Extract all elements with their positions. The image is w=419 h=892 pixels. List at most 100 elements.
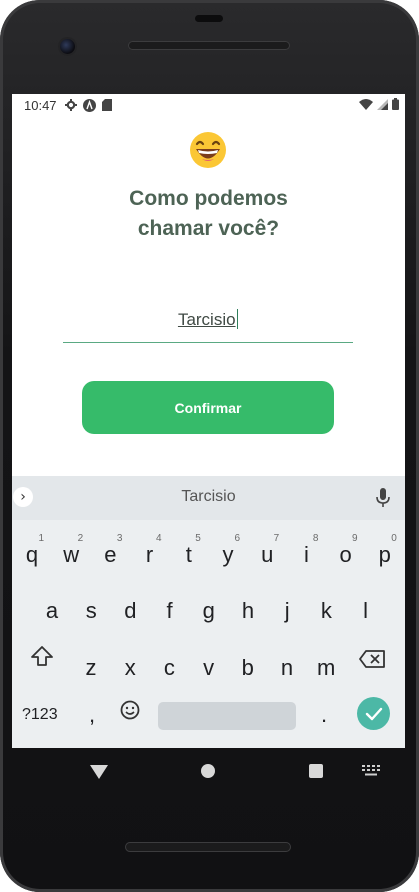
key-n[interactable]: n: [275, 655, 299, 681]
backspace-icon[interactable]: [359, 650, 385, 668]
key-label: c: [163, 655, 175, 680]
battery-icon: [392, 98, 399, 110]
sd-card-icon: [101, 99, 112, 111]
key-label: h: [241, 598, 255, 623]
key-label: u: [261, 542, 274, 567]
key-label: f: [166, 598, 173, 623]
key-x[interactable]: x: [118, 655, 142, 681]
key-b[interactable]: b: [236, 655, 260, 681]
key-label: k: [320, 598, 332, 623]
keyboard-switch-icon[interactable]: [362, 765, 380, 776]
key-j[interactable]: j: [275, 598, 299, 624]
key-number-hint: 2: [77, 533, 84, 544]
status-time: 10:47: [24, 97, 57, 113]
a-circle-icon: [82, 98, 96, 112]
key-label: e: [104, 542, 117, 567]
enter-key[interactable]: [357, 697, 390, 730]
name-input-text: Tarcisio: [177, 310, 236, 329]
confirm-button-label: Confirmar: [174, 399, 242, 416]
key-number-hint: 1: [38, 533, 44, 544]
earpiece-speaker: [128, 41, 290, 50]
text-caret: [236, 309, 239, 329]
grinning-face-icon: [190, 132, 226, 168]
key-number-hint: 6: [234, 533, 240, 544]
bottom-speaker: [125, 842, 291, 852]
settings-icon: [64, 99, 77, 111]
key-label: n: [280, 655, 294, 680]
key-label: z: [85, 655, 97, 680]
key-d[interactable]: d: [118, 598, 142, 624]
key-number-hint: 0: [391, 533, 397, 544]
key-label: x: [124, 655, 136, 680]
key-s[interactable]: s: [79, 598, 103, 624]
key-y[interactable]: y6: [216, 533, 241, 568]
name-input-value: Tarcisio: [63, 309, 353, 330]
key-label: b: [241, 655, 254, 680]
key-t[interactable]: t5: [177, 533, 201, 568]
key-label: d: [124, 598, 137, 623]
key-o[interactable]: o9: [334, 533, 357, 568]
confirm-button[interactable]: Confirmar: [82, 381, 334, 434]
key-label: m: [317, 655, 336, 680]
system-nav-bar: [0, 748, 419, 798]
key-c[interactable]: c: [157, 655, 181, 681]
key-label: i: [303, 542, 309, 567]
key-k[interactable]: k: [314, 598, 338, 624]
phone-frame: 10:47 Como podemos chamar você? Tarcisio…: [0, 0, 419, 892]
symbols-key[interactable]: ?123: [22, 706, 58, 724]
key-r[interactable]: r4: [138, 533, 162, 568]
key-l[interactable]: l: [354, 598, 378, 624]
title-line-1: Como podemos: [129, 187, 288, 210]
microphone-icon[interactable]: [375, 488, 391, 508]
suggestion-word[interactable]: Tarcisio: [12, 488, 405, 506]
key-label: g: [202, 598, 215, 623]
title-line-2: chamar você?: [137, 217, 280, 240]
key-h[interactable]: h: [236, 598, 260, 624]
shift-icon[interactable]: [31, 646, 53, 666]
key-q[interactable]: q1: [20, 533, 44, 568]
key-number-hint: 7: [273, 533, 280, 544]
key-g[interactable]: g: [197, 598, 221, 624]
key-f[interactable]: f: [158, 598, 182, 624]
key-number-hint: 9: [352, 533, 358, 544]
wifi-icon: [359, 98, 373, 110]
key-e[interactable]: e3: [98, 533, 122, 568]
app-screen: 10:47 Como podemos chamar você? Tarcisio…: [12, 94, 405, 748]
key-u[interactable]: u7: [255, 533, 279, 568]
key-label: s: [85, 598, 97, 623]
key-w[interactable]: w2: [59, 533, 83, 568]
key-a[interactable]: a: [40, 598, 64, 624]
signal-icon: [377, 98, 388, 110]
back-nav-icon[interactable]: [90, 765, 108, 779]
key-number-hint: 8: [312, 533, 319, 544]
emoji-key-icon[interactable]: [120, 700, 140, 720]
checkmark-icon: [365, 707, 382, 720]
comma-key[interactable]: ,: [86, 702, 98, 728]
page-title: Como podemos chamar você?: [12, 184, 405, 244]
top-notch: [195, 15, 223, 22]
key-number-hint: 5: [195, 533, 201, 544]
key-i[interactable]: i8: [294, 533, 318, 568]
name-input[interactable]: Tarcisio: [63, 304, 353, 343]
status-icons-left: [64, 98, 112, 112]
status-icons-right: [359, 98, 399, 110]
key-label: v: [203, 655, 215, 680]
home-nav-icon[interactable]: [201, 764, 215, 778]
status-bar: 10:47: [12, 94, 405, 116]
key-label: a: [45, 598, 59, 623]
front-camera: [60, 39, 75, 54]
key-z[interactable]: z: [79, 655, 103, 681]
suggestion-strip: › Tarcisio: [12, 476, 405, 520]
recents-nav-icon[interactable]: [309, 764, 323, 778]
key-number-hint: 4: [156, 533, 162, 544]
key-label: y: [222, 542, 234, 567]
key-label: q: [25, 542, 39, 567]
key-m[interactable]: m: [314, 655, 338, 681]
key-p[interactable]: p0: [373, 533, 397, 568]
key-label: t: [185, 542, 192, 567]
key-label: l: [363, 598, 369, 623]
key-v[interactable]: v: [197, 655, 221, 681]
key-label: p: [378, 542, 391, 567]
period-key[interactable]: .: [318, 702, 330, 728]
space-key[interactable]: [158, 702, 296, 730]
